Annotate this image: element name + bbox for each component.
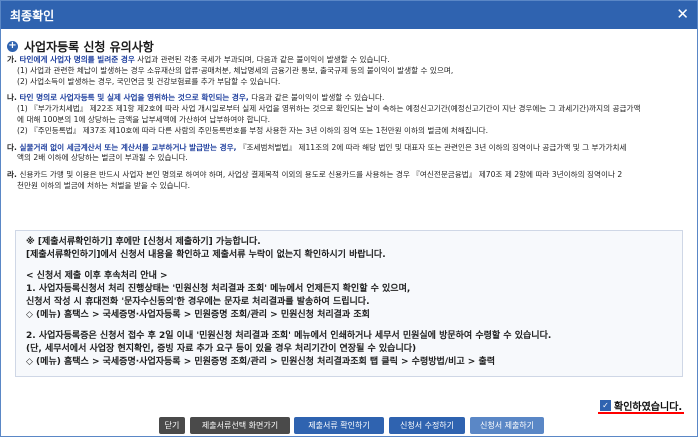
notes-emphasis: 타인 명의로 사업자등록 및 실제 사업을 영위하는 것으로 확인되는 경우, (19, 93, 249, 103)
final-confirm-dialog: 최종확인 ✕ + 사업자등록 신청 유의사항 가. 타인에게 사업자 명의를 빌… (0, 0, 698, 437)
notes-rest: 신용카드 가맹 및 이용은 반드시 사업자 본인 명의로 하여야 하며, 사업상… (19, 170, 623, 180)
notes-line: 액의 2배 이하에 상당하는 벌금이 부과될 수 있습니다. (17, 153, 188, 163)
red-underline (598, 412, 684, 414)
notes-prefix: 다. (7, 142, 20, 152)
notes-line: (1) 사업과 관련한 체납이 발생하는 경우 소유재산의 압류·공매처분, 체… (17, 65, 454, 75)
notes-line: (2) 사업소득이 발생하는 경우, 국민연금 및 건강보험료를 추가 부담할 … (17, 76, 281, 86)
notes-line: 나. 타인 명의로 사업자등록 및 실제 사업을 영위하는 것으로 확인되는 경… (7, 93, 693, 104)
guide-line: < 신청서 제출 이후 후속처리 안내 > (26, 271, 168, 281)
guide-line: (단, 세무서에서 사업장 현지확인, 증빙 자료 추가 요구 등이 있을 경우… (26, 344, 417, 354)
guide-line: [제출서류확인하기]에서 신청서 내용을 확인하고 제출서류 누락이 없는지 확… (26, 250, 386, 260)
notes-line: (2) 『주민등록법』 제37조 제10호에 따라 다른 사람의 주민등록번호를… (17, 125, 489, 135)
guide-line: ◇ (메뉴) 홈택스 > 국세증명·사업자등록 > 민원증명 조회/관리 > 민… (26, 357, 496, 367)
notes-rest: 사업과 관련된 각종 국세가 부과되며, 다음과 같은 불이익이 발생할 수 있… (134, 55, 390, 64)
submit-application-button[interactable]: 신청서 제출하기 (470, 417, 544, 434)
title-bar: 최종확인 ✕ (1, 1, 697, 29)
notes-line: 천만원 이하의 벌금에 처하는 처벌을 받을 수 있습니다. (17, 180, 191, 190)
notes-prefix: 가. (7, 55, 20, 64)
notes-prefix: 라. (7, 170, 20, 180)
notes-emphasis: 실물거래 없이 세금계산서 또는 계산서를 교부하거나 발급받는 경우, (19, 142, 237, 152)
notes-line: 에 대해 100분의 1에 상당하는 금액을 납부세액에 가산하여 납부하여야 … (17, 114, 271, 124)
notes-emphasis: 타인에게 사업자 명의를 빌려준 경우 (19, 55, 135, 64)
confirm-label[interactable]: 확인하였습니다. (614, 398, 682, 413)
notes-rest: 『조세범처벌법』 제11조의 2에 따라 해당 법인 및 대표자 또는 관련인은… (236, 142, 627, 152)
post-submission-guide: ※ [제출서류확인하기] 후에만 [신청서 제출하기] 가능합니다. [제출서류… (15, 230, 683, 377)
button-bar: 닫기 제출서류선택 화면가기 제출서류 확인하기 신청서 수정하기 신청서 제출… (1, 417, 697, 437)
close-icon[interactable]: ✕ (676, 5, 689, 23)
section-title: 사업자등록 신청 유의사항 (24, 40, 154, 54)
plus-circle-icon: + (7, 40, 18, 52)
notes-line: 가. 타인에게 사업자 명의를 빌려준 경우 사업과 관련된 각종 국세가 부과… (7, 55, 693, 66)
precaution-notes: 가. 타인에게 사업자 명의를 빌려준 경우 사업과 관련된 각종 국세가 부과… (7, 55, 693, 213)
close-button[interactable]: 닫기 (159, 417, 185, 434)
guide-line: 1. 사업자등록신청서 처리 진행상태는 '민원신청 처리결과 조회' 메뉴에서… (26, 284, 411, 294)
guide-line: 2. 사업자등록증은 신청서 접수 후 2일 이내 '민원신청 처리결과 조회'… (26, 331, 552, 341)
doc-select-button[interactable]: 제출서류선택 화면가기 (190, 417, 290, 434)
section-header: + 사업자등록 신청 유의사항 (7, 38, 154, 55)
confirm-checkbox[interactable]: ✓ (600, 400, 611, 411)
notes-line: (1) 『부가가치세법』 제22조 제1항 제2호에 따라 사업 개시일로부터 … (17, 104, 641, 114)
notes-line: 라. 신용카드 가맹 및 이용은 반드시 사업자 본인 명의로 하여야 하며, … (7, 170, 693, 181)
doc-confirm-button[interactable]: 제출서류 확인하기 (294, 417, 384, 434)
notes-line: 다. 실물거래 없이 세금계산서 또는 계산서를 교부하거나 발급받는 경우, … (7, 143, 693, 154)
dialog-title: 최종확인 (10, 9, 55, 23)
edit-application-button[interactable]: 신청서 수정하기 (389, 417, 465, 434)
confirm-checkbox-row[interactable]: ✓ 확인하였습니다. (600, 398, 682, 413)
guide-line: ※ [제출서류확인하기] 후에만 [신청서 제출하기] 가능합니다. (26, 237, 261, 247)
guide-line: 신청서 작성 시 휴대전화 '문자수신동의'한 경우에는 문자로 처리결과를 발… (26, 297, 370, 307)
guide-spacer (26, 262, 551, 270)
guide-text: ※ [제출서류확인하기] 후에만 [신청서 제출하기] 가능합니다. [제출서류… (26, 236, 551, 369)
notes-rest: 다음과 같은 불이익이 발생할 수 있습니다. (248, 93, 385, 103)
notes-prefix: 나. (7, 93, 20, 103)
guide-spacer (26, 322, 551, 330)
guide-line: ◇ (메뉴) 홈택스 > 국세증명·사업자등록 > 민원증명 조회/관리 > 민… (26, 310, 370, 320)
